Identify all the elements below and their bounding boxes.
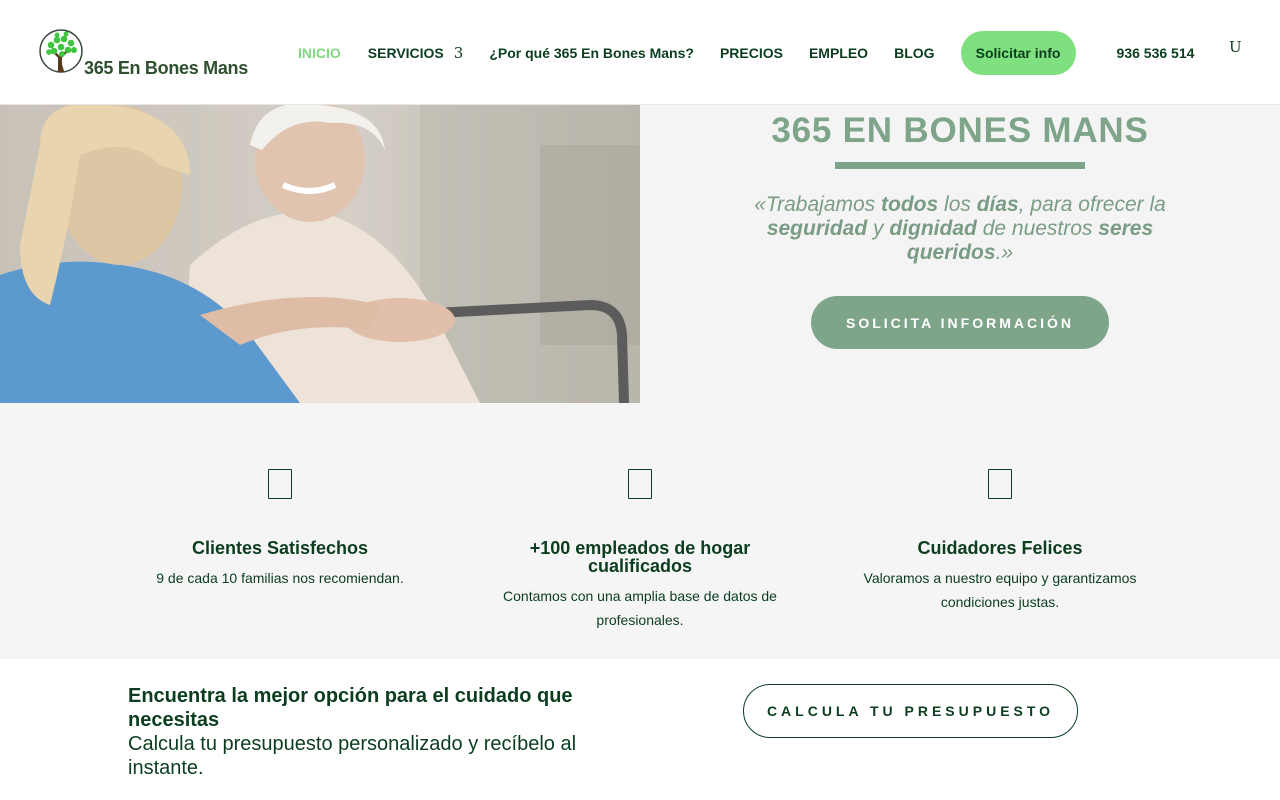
hero-divider xyxy=(835,162,1085,169)
logo-text: 365 En Bones Mans xyxy=(84,58,248,78)
feature-description: Valoramos a nuestro equipo y garantizamo… xyxy=(863,570,1137,610)
quote-text: .» xyxy=(995,241,1014,264)
feature-description: Contamos con una amplia base de datos de… xyxy=(503,588,777,628)
feature-title: Cuidadores Felices xyxy=(917,538,1083,558)
nav-item-precios[interactable]: PRECIOS xyxy=(720,45,783,61)
site-logo[interactable]: 365 En Bones Mans xyxy=(38,28,248,78)
chevron-down-icon: 3 xyxy=(453,43,464,62)
hero-quote: «Trabajamos todos los días, para ofrecer… xyxy=(740,193,1180,265)
budget-cta-section: Encuentra la mejor opción para el cuidad… xyxy=(0,659,1280,800)
nav-item-blog[interactable]: BLOG xyxy=(894,45,934,61)
cta-subheading: Calcula tu presupuesto personalizado y r… xyxy=(128,733,577,779)
quote-emphasis: todos xyxy=(881,193,939,216)
request-info-button[interactable]: Solicitar info xyxy=(960,30,1076,75)
main-nav: INICIO SERVICIOS 3 ¿Por qué 365 En Bones… xyxy=(298,0,1194,105)
site-header: 365 En Bones Mans INICIO SERVICIOS 3 ¿Po… xyxy=(0,0,1280,105)
people-icon xyxy=(628,469,652,499)
hero-section: 365 EN BONES MANS «Trabajamos todos los … xyxy=(0,105,1280,403)
quote-text: los xyxy=(938,193,977,216)
quote-text: «Trabajamos xyxy=(754,193,882,216)
features-section: Clientes Satisfechos 9 de cada 10 famili… xyxy=(0,403,1280,659)
quote-emphasis: dignidad xyxy=(889,217,977,240)
calculate-budget-button[interactable]: CALCULA TU PRESUPUESTO xyxy=(743,684,1078,738)
heart-icon xyxy=(988,469,1012,499)
caregiver-photo xyxy=(0,105,640,403)
nav-item-servicios-label: SERVICIOS xyxy=(367,44,444,61)
request-information-button[interactable]: SOLICITA INFORMACIÓN xyxy=(811,296,1109,349)
smile-icon xyxy=(268,469,292,499)
tree-icon xyxy=(39,29,83,73)
feature-title: +100 empleados de hogar cualificados xyxy=(529,538,751,576)
quote-text: de nuestros xyxy=(976,217,1099,240)
nav-item-empleo[interactable]: EMPLEO xyxy=(809,45,868,61)
feature-description: 9 de cada 10 familias nos recomiendan. xyxy=(156,570,404,586)
quote-emphasis: seguridad xyxy=(766,217,868,240)
nav-item-por-que[interactable]: ¿Por qué 365 En Bones Mans? xyxy=(489,45,694,61)
cta-heading: Encuentra la mejor opción para el cuidad… xyxy=(128,685,573,731)
hero-image xyxy=(0,105,640,403)
phone-link[interactable]: 936 536 514 xyxy=(1117,45,1195,61)
quote-emphasis: días xyxy=(976,193,1019,216)
quote-text: , para ofrecer la xyxy=(1018,193,1166,216)
nav-item-servicios[interactable]: SERVICIOS 3 xyxy=(368,44,464,62)
feature-title: Clientes Satisfechos xyxy=(191,538,369,558)
hero-title: 365 EN BONES MANS xyxy=(771,111,1149,150)
quote-text: y xyxy=(867,217,890,240)
hero-content: 365 EN BONES MANS «Trabajamos todos los … xyxy=(640,105,1280,403)
search-icon[interactable]: U xyxy=(1229,38,1242,56)
nav-item-inicio[interactable]: INICIO xyxy=(298,45,341,61)
